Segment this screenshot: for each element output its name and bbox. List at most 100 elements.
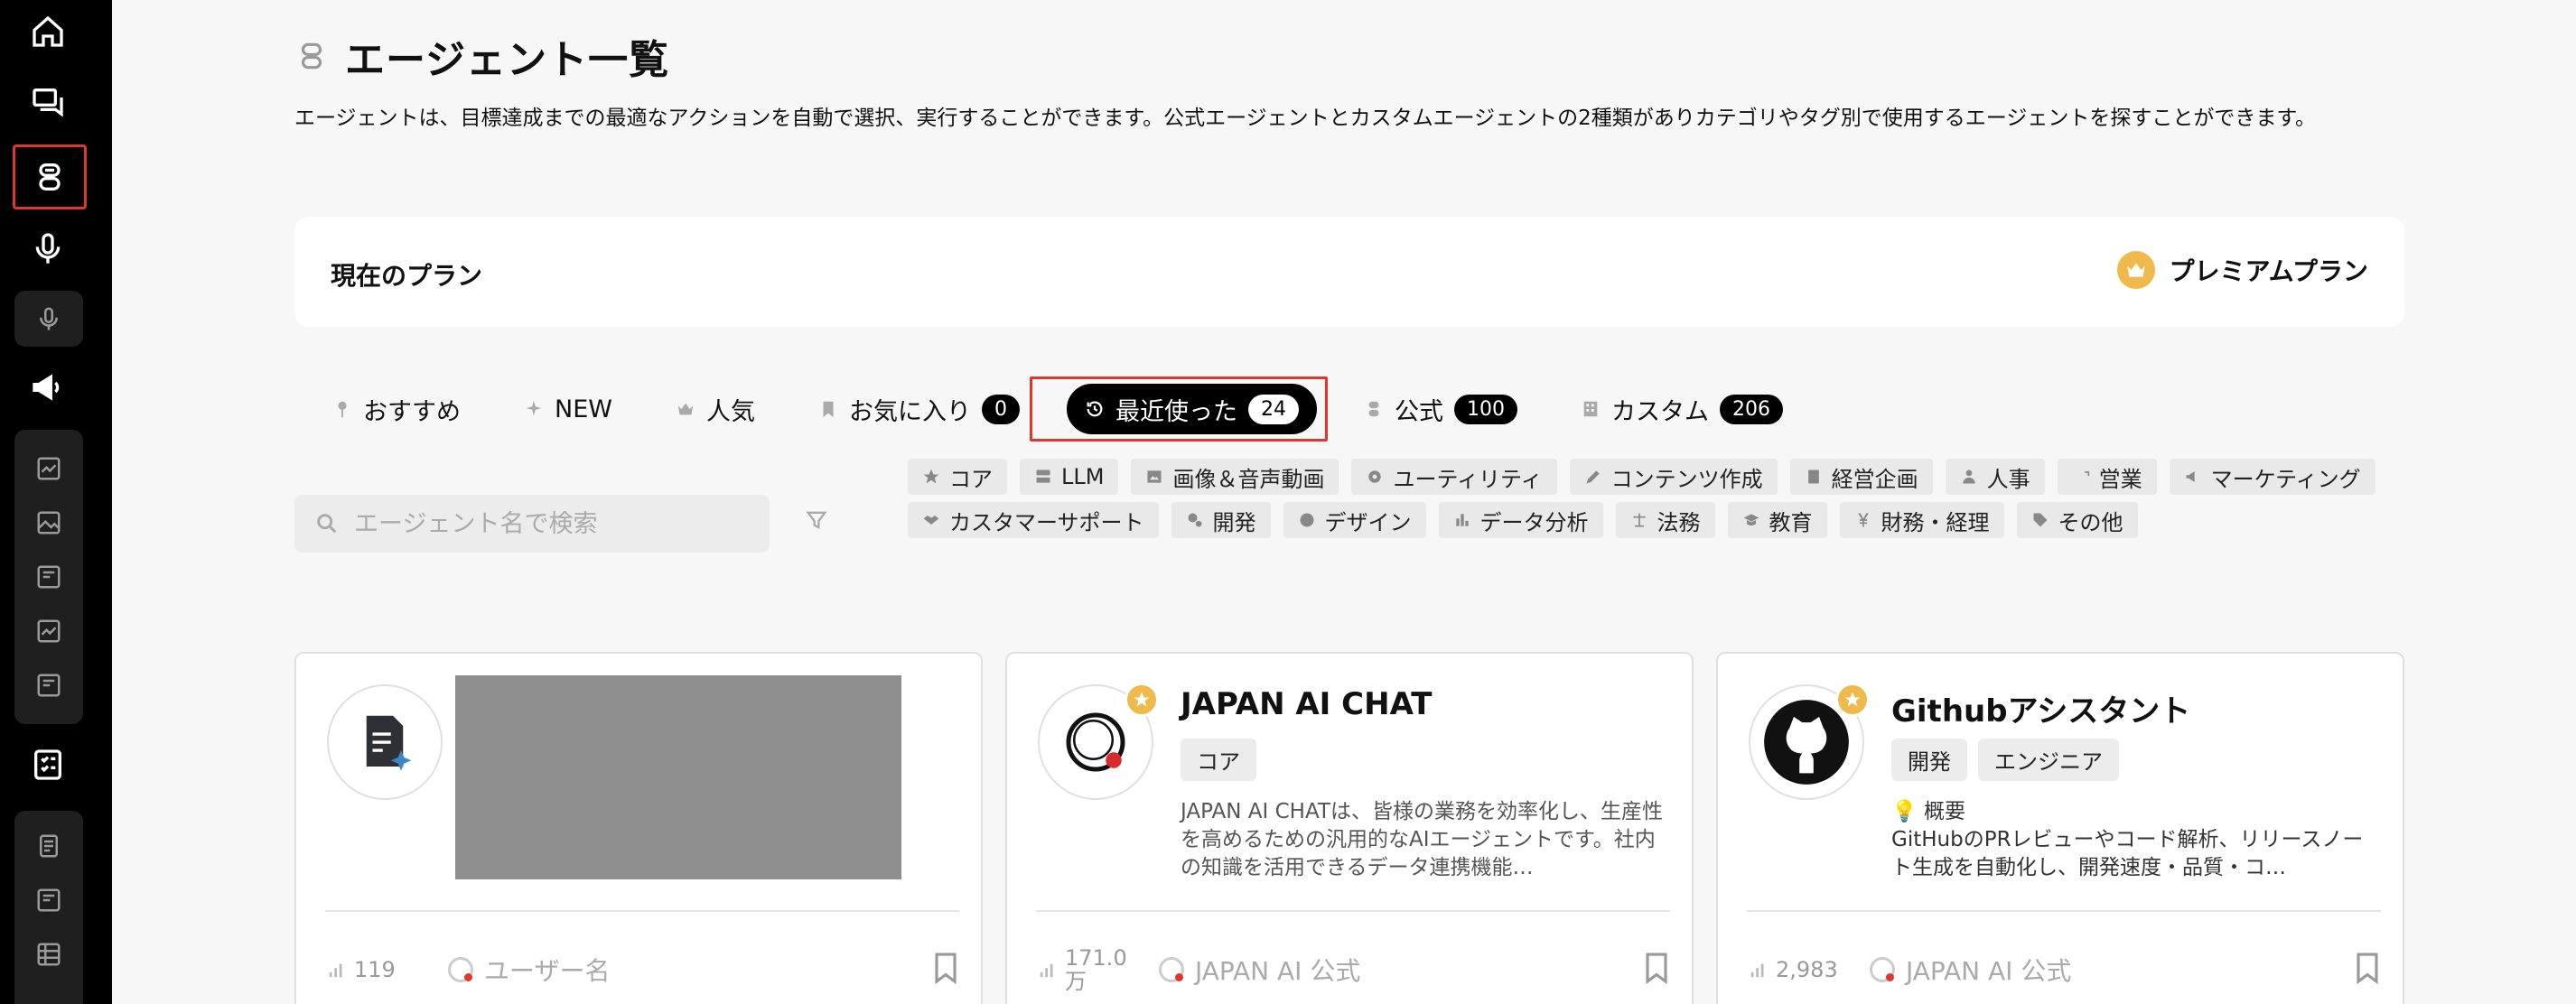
category-content[interactable]: コンテンツ作成	[1569, 459, 1778, 495]
gear-icon	[1368, 470, 1382, 483]
crown-icon	[2116, 251, 2155, 289]
category-other[interactable]: その他	[2016, 502, 2138, 538]
official-star-icon	[1125, 683, 1159, 717]
plan-card: 現在のプラン プレミアムプラン	[294, 217, 2404, 327]
author-logo-icon	[1159, 957, 1184, 982]
agent-thumbnail	[455, 675, 901, 879]
bookmark-icon[interactable]	[932, 952, 959, 988]
japan-ai-logo-icon	[1066, 712, 1125, 772]
microphone-small-icon[interactable]	[28, 298, 70, 339]
palette-icon	[1300, 513, 1314, 527]
category-planning[interactable]: 経営企画	[1789, 459, 1933, 495]
category-core[interactable]: コア	[908, 459, 1007, 495]
custom-count: 206	[1719, 394, 1783, 424]
note-icon[interactable]	[28, 825, 70, 867]
tab-new[interactable]: NEW	[508, 384, 629, 434]
author-logo-icon	[1870, 957, 1895, 982]
usage-stat: 2,983	[1749, 958, 1870, 981]
agent-author: JAPAN AI 公式	[1870, 952, 2354, 988]
favorites-count: 0	[981, 394, 1020, 424]
category-support[interactable]: カスタマーサポート	[908, 502, 1159, 538]
agent-tabs: おすすめ NEW 人気 お気に入り 0 最近使った 24 公式 100 カスタム…	[316, 379, 1830, 439]
building-icon	[1583, 401, 1598, 417]
tab-favorites[interactable]: お気に入り 0	[802, 384, 1036, 434]
pin-icon	[338, 401, 347, 418]
card-footer: 119 ユーザー名	[327, 943, 959, 997]
table-icon[interactable]	[28, 934, 70, 975]
bookmark-icon[interactable]	[2354, 952, 2381, 988]
category-data[interactable]: データ分析	[1438, 502, 1603, 538]
document-sparkle-icon	[366, 715, 412, 771]
bar-chart-icon	[329, 963, 342, 978]
bar-chart-icon	[1750, 963, 1764, 978]
category-education[interactable]: 教育	[1727, 502, 1827, 538]
category-llm[interactable]: LLM	[1020, 459, 1119, 495]
agent-description-block: 💡 概要 GitHubのPRレビューやコード解析、リリースノート生成を自動化し、…	[1891, 798, 2379, 882]
agent-title: Githubアシスタント	[1891, 693, 2191, 730]
bar-chart-icon	[1040, 963, 1053, 978]
card-footer: 2,983 JAPAN AI 公式	[1749, 943, 2381, 997]
trend-icon	[2073, 471, 2089, 481]
category-legal[interactable]: 法務	[1615, 502, 1715, 538]
history-icon	[1087, 401, 1103, 417]
card-footer: 171.0 万 JAPAN AI 公式	[1038, 943, 1670, 997]
usage-stat: 171.0 万	[1038, 946, 1159, 993]
category-media[interactable]: 画像＆音声動画	[1131, 459, 1339, 495]
document-icon[interactable]	[28, 556, 70, 598]
bookmark-icon[interactable]	[1643, 952, 1670, 988]
category-design[interactable]: デザイン	[1283, 502, 1426, 538]
pencil-icon	[1586, 470, 1600, 484]
official-star-icon	[1835, 683, 1870, 717]
handshake-icon	[923, 516, 939, 525]
agent-icon[interactable]	[13, 144, 87, 209]
megaphone-icon	[2186, 471, 2195, 482]
card-divider	[1747, 910, 2381, 912]
page-description: エージェントは、目標達成までの最適なアクションを自動で選択、実行することができま…	[294, 107, 2317, 130]
agent-overview-label: 💡 概要	[1891, 800, 1965, 823]
card-divider	[1036, 910, 1670, 912]
person-icon	[1962, 469, 1975, 484]
search-input[interactable]	[354, 509, 733, 538]
agent-avatar	[327, 684, 443, 800]
document-icon[interactable]	[28, 879, 70, 921]
crown-icon	[677, 403, 694, 415]
agent-tag: 開発	[1891, 739, 1967, 781]
tab-official[interactable]: 公式 100	[1348, 384, 1534, 434]
tab-recent[interactable]: 最近使った 24	[1066, 384, 1317, 434]
filter-icon[interactable]	[804, 507, 829, 536]
agent-author: ユーザー名	[448, 952, 932, 988]
tab-recommended[interactable]: おすすめ	[316, 384, 477, 434]
plan-label: 現在のプラン	[331, 261, 483, 291]
agent-tag: コア	[1181, 739, 1256, 781]
cog-icon	[1188, 513, 1202, 527]
document-icon[interactable]	[28, 665, 70, 706]
edit-chart-icon[interactable]	[28, 448, 70, 489]
agent-description: JAPAN AI CHATは、皆様の業務を効率化し、生産性を高めるための汎用的な…	[1181, 800, 1663, 879]
tab-popular[interactable]: 人気	[659, 384, 771, 434]
agent-card[interactable]: Githubアシスタント 開発 エンジニア 💡 概要 GitHubのPRレビュー…	[1716, 652, 2404, 1004]
category-dev[interactable]: 開発	[1171, 502, 1271, 538]
checklist-icon[interactable]	[27, 744, 69, 786]
agent-tags: コア	[1181, 739, 1256, 781]
usage-stat: 119	[327, 958, 448, 981]
category-utility[interactable]: ユーティリティ	[1351, 459, 1557, 495]
agent-card[interactable]: JAPAN AI CHAT コア JAPAN AI CHATは、皆様の業務を効率…	[1005, 652, 1694, 1004]
category-finance[interactable]: 財務・経理	[1839, 502, 2004, 538]
home-icon[interactable]	[27, 11, 69, 52]
agent-card[interactable]: 119 ユーザー名	[294, 652, 983, 1004]
agent-author: JAPAN AI 公式	[1159, 952, 1643, 988]
category-hr[interactable]: 人事	[1945, 459, 2045, 495]
image-icon[interactable]	[28, 502, 70, 544]
plan-name: プレミアムプラン	[2169, 256, 2368, 286]
megaphone-icon[interactable]	[27, 367, 69, 408]
plan-badge[interactable]: プレミアムプラン	[2116, 251, 2368, 289]
search-box	[294, 495, 770, 553]
image-icon	[1147, 470, 1162, 483]
microphone-icon[interactable]	[27, 228, 69, 269]
robot-icon	[1368, 401, 1379, 417]
category-marketing[interactable]: マーケティング	[2169, 459, 2375, 495]
category-sales[interactable]: 営業	[2057, 459, 2157, 495]
edit-chart-icon[interactable]	[28, 610, 70, 652]
chat-icon[interactable]	[27, 81, 69, 123]
tab-custom[interactable]: カスタム 206	[1564, 384, 1799, 434]
